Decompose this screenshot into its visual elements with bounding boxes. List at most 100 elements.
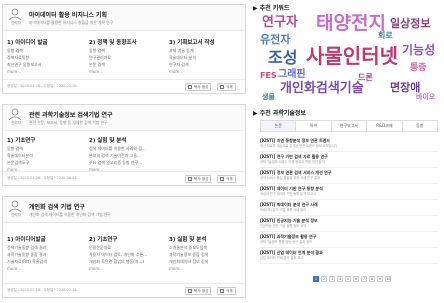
column-item[interactable]: 연구관리자료	[89, 54, 171, 61]
column-item[interactable]: 소개물분석 중요도탐색	[169, 244, 251, 251]
more-link[interactable]: more...	[7, 68, 89, 75]
user-icon	[8, 108, 22, 121]
list-item[interactable]: [KISTI] 데이터 기반 연구 동향 분석 국내외 연구 데이터 기반 동향 …	[260, 184, 438, 200]
column-item[interactable]: 개인화 육단견 협업의 행동(좌...)	[89, 258, 171, 265]
delete-button[interactable]: 삭제	[217, 175, 236, 183]
card-footer: 생성일 : 2020.02.18., 수정일 : 2020.02.18. 복사 …	[3, 283, 245, 297]
card-column: 1) 아이디어 발굴 동향 검색 정책자료동향 최신연구 동향보고서 more.…	[7, 38, 89, 75]
keyword[interactable]: 면장애	[390, 82, 420, 93]
keyword[interactable]: 생물	[262, 94, 275, 101]
page-button[interactable]: 3	[329, 276, 335, 282]
column-item[interactable]: 사용자 데이터 검토, 개인화 추론...	[89, 251, 171, 258]
avatar-label: 관리자	[11, 213, 21, 217]
card-column: 1) 아이디어발굴 정책기술동향 검색 결과 과학기술동향 종합 결과 기술자료…	[7, 235, 89, 272]
page-button[interactable]: 9	[377, 276, 383, 282]
page-button[interactable]: 1	[313, 276, 319, 282]
more-link[interactable]: more...	[169, 265, 251, 272]
column-item[interactable]: 정책기술동향 검색 결과	[7, 244, 89, 251]
list-item[interactable]: [KISTI] 산업 데이터 연계 분석 결과 산업 데이터 연계 분석 결과 보…	[260, 248, 438, 264]
keyword[interactable]: 조성	[268, 50, 297, 66]
list-item[interactable]: [KISTI] 연구 기반 검색 자료 활용 연구 과학기술정보 서비스 이용 현…	[260, 152, 438, 168]
tab-patent[interactable]: 특허	[296, 121, 332, 131]
column-item[interactable]: 논문 검색	[89, 61, 171, 68]
column-item[interactable]: 주요 검색 알고리즘 동향 연구...	[89, 159, 185, 166]
column-item[interactable]: 개인화데이터 정보 검색	[169, 258, 251, 265]
delete-button[interactable]: 삭제	[217, 83, 236, 91]
more-link[interactable]: more...	[7, 265, 89, 272]
more-link[interactable]: more...	[89, 265, 171, 272]
copy-label: 복사 생성	[194, 85, 209, 89]
page-button[interactable]: 7	[361, 276, 367, 282]
project-card[interactable]: 관리자 마이데이터 활용 비지니스 기획 마이데이터를 활용한 비지니스 창출을…	[2, 4, 246, 94]
column-item[interactable]: 최신연구 동향보고서	[7, 61, 89, 68]
column-item[interactable]: 인용논문자료	[89, 244, 171, 251]
card-subtitle: 마이데이터를 활용한 비지니스 창출을 위한 계획 연구	[29, 20, 114, 25]
column-item[interactable]: 검색 데이터를 이용한 사례와 검...	[89, 145, 185, 152]
column-item[interactable]: 동향 검색	[7, 145, 89, 152]
copy-button[interactable]: 복사 생성	[185, 83, 212, 91]
keyword[interactable]: 드론	[358, 74, 373, 82]
copy-button[interactable]: 복사 생성	[185, 287, 212, 295]
column-item[interactable]: 동향 검색	[7, 47, 89, 54]
copy-button[interactable]: 복사 생성	[185, 175, 212, 183]
card-title[interactable]: 관련 과학기술정보 검색기법 연구	[29, 110, 113, 119]
keyword[interactable]: 개인화검색기술	[280, 82, 364, 95]
column-heading: 1) 아이디어 발굴	[7, 40, 48, 46]
column-item[interactable]: 과학기술정보 종합 검색	[169, 251, 251, 258]
copy-icon	[188, 84, 192, 89]
tab-trend[interactable]: 동향	[403, 121, 437, 131]
tech-info-list: [KISTI] 자연 동향분석 정보 연관 트렌드 최근 자료를 대상으로 분석된…	[260, 136, 438, 264]
item-desc: 검색 서비스 품질 향상을 위한 사례 연구 결과	[260, 176, 320, 180]
project-card[interactable]: 관리자 개인화 검색 기법 연구 개인화 검색 데이터를 이용한 개인화 검색 …	[2, 196, 246, 298]
page-button[interactable]: 5	[345, 276, 351, 282]
page-button[interactable]: 10	[385, 276, 391, 282]
list-item[interactable]: [KISTI] 과학기술정보 활용 연구 과학기술정보 활용 방안 연구 결과 정…	[260, 232, 438, 248]
keyword[interactable]: 회로	[378, 32, 393, 40]
user-icon	[8, 8, 22, 21]
card-title[interactable]: 개인화 검색 기법 연구	[29, 202, 85, 211]
column-item[interactable]: 분야의 검색 기술이전과 그들...	[89, 152, 185, 159]
copy-icon	[188, 288, 192, 293]
page-button[interactable]: 8	[369, 276, 375, 282]
column-item[interactable]: 과학기술동향 종합 결과	[7, 251, 89, 258]
keyword[interactable]: 유전자	[260, 34, 290, 45]
card-column: 3) 실험 및 분석 소개물분석 중요도탐색 과학기술정보 종합 검색 개인화데…	[169, 235, 251, 272]
keyword[interactable]: 사물인터넷	[306, 46, 398, 66]
column-item[interactable]: 동향 검색	[89, 47, 171, 54]
list-item[interactable]: [KISTI] 빅데이터 분석 연구 사례 빅데이터 분석 기법 적용 사례 정리	[260, 200, 438, 216]
delete-button[interactable]: 삭제	[217, 287, 236, 295]
column-item[interactable]: 논문검색도구	[7, 159, 89, 166]
project-card[interactable]: 관리자 관련 과학기술정보 검색기법 연구 관련 논문, 보고서, 동향 등 자…	[2, 104, 246, 186]
column-heading: 3) 기획보고서 작성	[169, 40, 215, 46]
column-item[interactable]: 정책자료동향	[7, 54, 89, 61]
copy-icon	[188, 176, 192, 181]
keyword[interactable]: 일상정보	[390, 18, 430, 29]
column-item[interactable]: 기술자료(Rtt) 학술검색	[7, 258, 89, 265]
keyword[interactable]: 태양전지	[316, 14, 386, 33]
keyword[interactable]: 기능성	[402, 44, 435, 56]
keyword[interactable]: 바이오	[416, 94, 435, 101]
tab-rnd[interactable]: R&D과제	[367, 121, 403, 131]
copy-label: 복사 생성	[194, 177, 209, 181]
tab-report[interactable]: 연구보고서	[332, 121, 368, 131]
keyword[interactable]: 통증	[410, 64, 427, 73]
list-item[interactable]: [KISTI] 인공지능 기술 분석 정보 인공지능 관련 기술 동향 정보 요약	[260, 216, 438, 232]
card-title[interactable]: 마이데이터 활용 비지니스 기획	[29, 10, 107, 19]
tab-paper[interactable]: 논문	[261, 121, 297, 131]
more-link[interactable]: more...	[169, 68, 251, 75]
page-button[interactable]: 4	[337, 276, 343, 282]
column-item[interactable]: 학술데이터 분석	[169, 54, 251, 61]
list-item[interactable]: [KISTI] 정보 연관 검색 서비스 개선 연구 검색 서비스 품질 향상을 …	[260, 168, 438, 184]
page-button[interactable]: 6	[353, 276, 359, 282]
column-item[interactable]: 학술데이터분석	[7, 152, 89, 159]
column-item[interactable]: 연구자 검색	[169, 61, 251, 68]
card-header: 관리자 관련 과학기술정보 검색기법 연구 관련 논문, 보고서, 동향 등 자…	[3, 105, 245, 131]
keyword[interactable]: FES	[260, 72, 277, 80]
more-link[interactable]: more...	[89, 68, 171, 75]
keyword[interactable]: 연구자	[262, 16, 298, 29]
keyword[interactable]: 그래핀	[278, 70, 306, 80]
list-item[interactable]: [KISTI] 자연 동향분석 정보 연관 트렌드 최근 자료를 대상으로 분석된…	[260, 136, 438, 152]
item-desc: 과학기술정보 활용 방안 연구 결과 정리	[260, 240, 312, 244]
column-item[interactable]: 과제 기술 동계	[169, 47, 251, 54]
page-button[interactable]: 2	[321, 276, 327, 282]
